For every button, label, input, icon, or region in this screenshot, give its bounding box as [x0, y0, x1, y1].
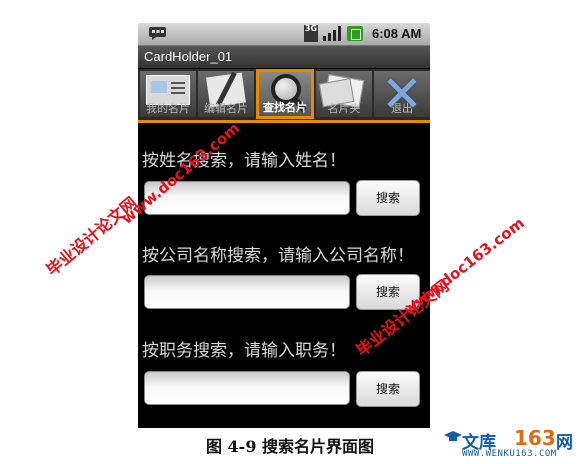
tab-label: 我的名片	[146, 102, 190, 115]
logo-number: 163	[514, 426, 556, 450]
network-type-icon: 3G	[304, 25, 318, 42]
title-search-button[interactable]: 搜索	[356, 371, 420, 407]
logo-suffix: 网	[556, 433, 573, 453]
tab-indicator-line	[138, 120, 430, 123]
status-bar: 3G 6:08 AM	[138, 23, 430, 46]
tab-edit-card[interactable]: 编辑名片	[198, 71, 254, 117]
tab-label: 编辑名片	[204, 102, 248, 115]
logo-url: WWW.WENKU163.COM	[462, 449, 557, 459]
search-by-company-label: 按公司名称搜索，请输入公司名称！	[142, 246, 414, 266]
phone-screen: 3G 6:08 AM CardHolder_01 我的名片 编辑名片 查找名片 …	[138, 23, 430, 428]
tab-exit[interactable]: ✕ 退出	[374, 71, 430, 117]
tab-label: 名片夹	[327, 102, 361, 115]
tab-label: 查找名片	[263, 101, 307, 114]
wenku-logo: 文库 163 网 WWW.WENKU163.COM	[444, 426, 576, 462]
battery-icon	[347, 26, 363, 41]
name-search-button[interactable]: 搜索	[356, 180, 420, 216]
company-search-input[interactable]	[144, 275, 350, 309]
app-title-bar: CardHolder_01	[138, 46, 430, 68]
tab-search-card[interactable]: 查找名片	[256, 69, 314, 119]
tab-card-folder[interactable]: 名片夹	[316, 71, 372, 117]
search-by-title-label: 按职务搜索，请输入职务！	[142, 341, 346, 361]
signal-icon	[323, 26, 341, 41]
tab-my-card[interactable]: 我的名片	[140, 71, 196, 117]
graduation-cap-icon	[444, 431, 462, 441]
clock: 6:08 AM	[372, 26, 422, 41]
tab-label: 退出	[391, 102, 413, 115]
message-icon	[149, 27, 166, 40]
title-search-input[interactable]	[144, 371, 350, 405]
watermark-text: 毕业设计论文网	[42, 193, 141, 280]
tab-bar: 我的名片 编辑名片 查找名片 名片夹 ✕ 退出	[138, 69, 430, 121]
app-title: CardHolder_01	[144, 49, 233, 64]
